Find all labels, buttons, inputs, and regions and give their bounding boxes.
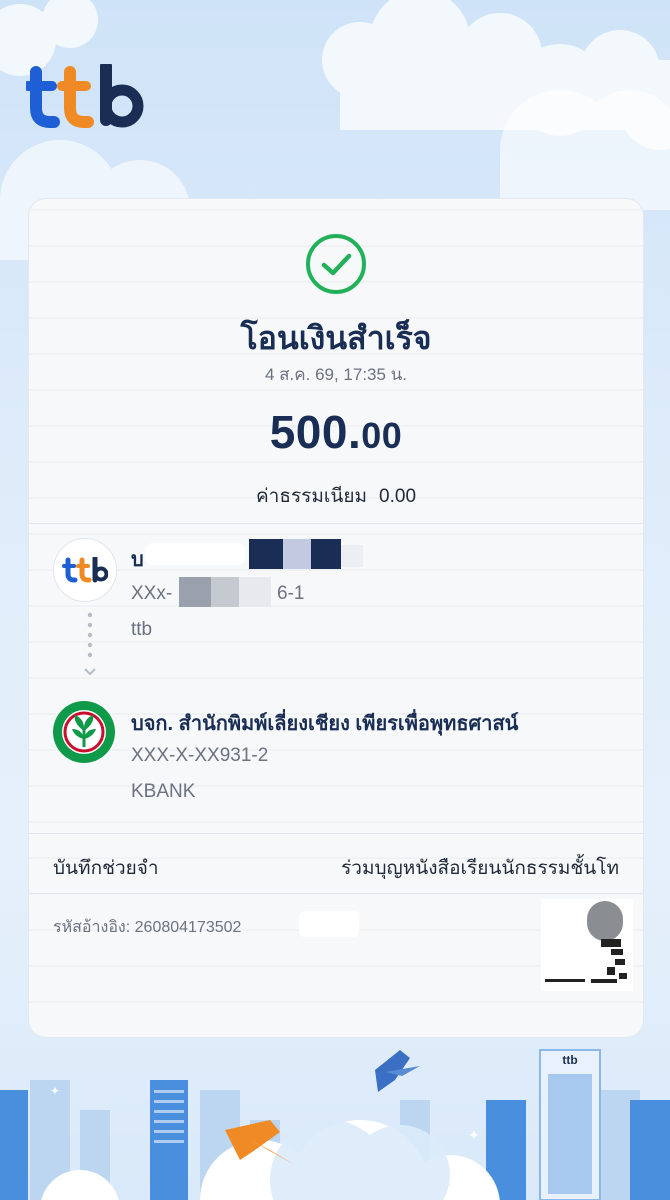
fee-value: 0.00 [379, 486, 417, 507]
divider [29, 833, 643, 834]
svg-text:✦: ✦ [50, 1084, 60, 1098]
sender-account: XXx- [131, 583, 172, 605]
transaction-datetime: 4 ส.ค. 69, 17:35 น. [264, 365, 408, 384]
fee-row: ค่าธรรมเนียม 0.00 [29, 481, 643, 511]
reference-row: รหัสอ้างอิง: 260804173502 [53, 915, 241, 940]
transfer-flow-dots-icon [84, 612, 96, 676]
svg-text:ttb: ttb [562, 1053, 577, 1067]
transfer-receipt-card: โอนเงินสำเร็จ 4 ส.ค. 69, 17:35 น. 500.00… [28, 198, 644, 1038]
amount-decimal: 00 [361, 415, 403, 456]
ttb-bank-icon [62, 557, 108, 583]
amount-whole: 500. [269, 406, 362, 458]
reference-label: รหัสอ้างอิง: [53, 919, 131, 936]
sender-bank: ttb [131, 619, 153, 640]
divider [29, 893, 643, 894]
city-skyline-illustration: ttb ✦ ✦ [0, 1049, 670, 1200]
status-title: โอนเงินสำเร็จ [240, 320, 432, 356]
qr-code-icon [541, 899, 633, 991]
fee-label: ค่าธรรมเนียม [255, 486, 368, 507]
receiver-account: XXX-X-XX931-2 [131, 745, 269, 766]
ttb-logo [26, 64, 144, 128]
reference-value: 260804173502 [134, 919, 242, 936]
sender-account-prefix: XXx- [131, 583, 173, 604]
receiver-name: บจก. สำนักพิมพ์เลี่ยงเชียง เพียรเพื่อพุท… [131, 713, 519, 735]
transfer-amount: 500.00 [29, 405, 643, 459]
redacted-reference [299, 911, 359, 937]
memo-value: ร่วมบุญหนังสือเรียนนักธรรมชั้นโท [341, 858, 619, 879]
svg-text:✦: ✦ [468, 1128, 480, 1144]
sender-bank-avatar [53, 538, 117, 602]
memo-label: บันทึกช่วยจำ [53, 858, 159, 879]
redacted-sender-name [145, 539, 363, 569]
kbank-icon [54, 702, 114, 762]
receiver-bank: KBANK [131, 781, 196, 802]
success-check-icon [306, 234, 366, 294]
redacted-sender-account [179, 577, 271, 607]
receiver-bank-avatar [53, 701, 115, 763]
sender-account-suffix: 6-1 [277, 583, 305, 604]
divider [29, 523, 643, 524]
sender-name: บ [131, 549, 144, 571]
